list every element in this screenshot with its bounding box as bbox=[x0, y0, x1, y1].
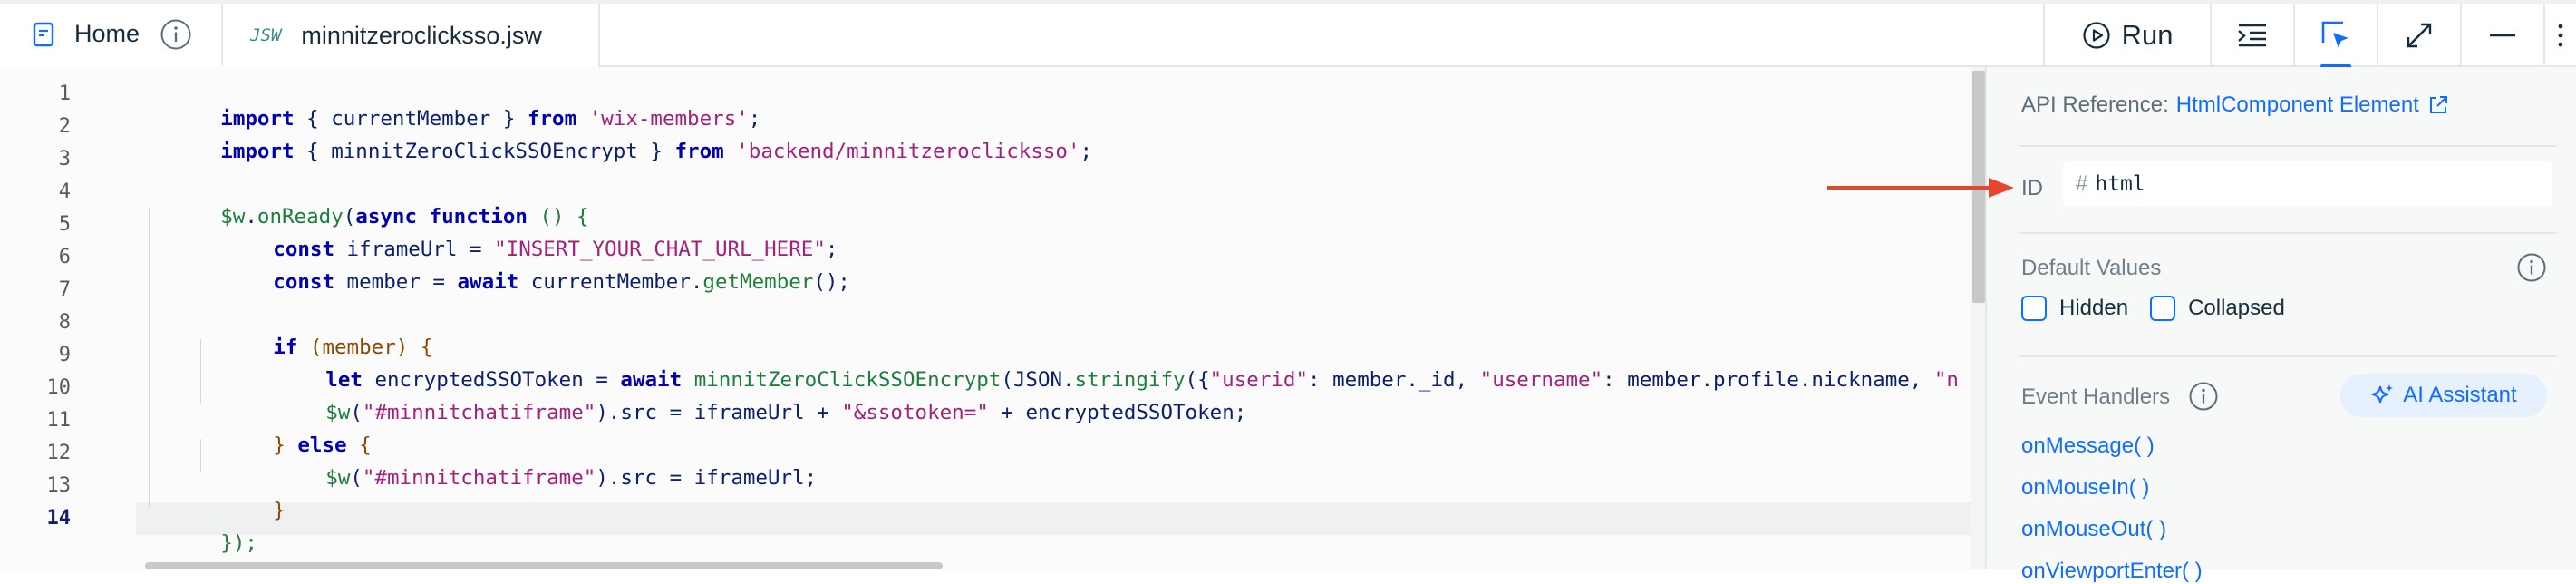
page-icon bbox=[33, 22, 54, 46]
tab-file[interactable]: JSW minnitzeroclicksso.jsw bbox=[223, 4, 600, 67]
jsw-file-icon: JSW bbox=[250, 25, 282, 45]
minimize-button[interactable] bbox=[2460, 4, 2543, 67]
line-number: 10 bbox=[46, 376, 72, 399]
event-handlers-title: Event Handlers bbox=[2021, 384, 2171, 409]
select-element-button[interactable] bbox=[2293, 4, 2377, 69]
info-icon[interactable] bbox=[2516, 252, 2547, 283]
cursor-select-icon bbox=[2321, 21, 2348, 48]
line-number: 3 bbox=[58, 148, 71, 170]
line-number: 4 bbox=[58, 180, 71, 203]
external-link-icon[interactable] bbox=[2428, 95, 2448, 115]
line-number: 11 bbox=[46, 409, 72, 432]
sparkle-icon bbox=[2372, 384, 2394, 404]
horizontal-scrollbar-thumb[interactable] bbox=[145, 562, 943, 569]
line-number: 1 bbox=[58, 83, 71, 105]
id-label: ID bbox=[2021, 176, 2043, 200]
line-number: 2 bbox=[58, 115, 71, 138]
line-number: 13 bbox=[46, 474, 72, 497]
annotation-arrow-icon bbox=[1827, 178, 2014, 198]
info-icon[interactable] bbox=[160, 18, 192, 51]
expand-button[interactable] bbox=[2377, 4, 2460, 67]
id-input-value: html bbox=[2095, 172, 2145, 196]
expand-icon bbox=[2407, 23, 2432, 48]
handler-on-mouse-in[interactable]: onMouseIn( ) bbox=[2021, 475, 2149, 501]
run-label: Run bbox=[2121, 19, 2174, 51]
api-reference-link[interactable]: HtmlComponent Element bbox=[2176, 92, 2419, 118]
hidden-checkbox[interactable] bbox=[2021, 296, 2047, 321]
tab-file-label: minnitzeroclicksso.jsw bbox=[301, 21, 542, 49]
api-reference: API Reference: HtmlComponent Element bbox=[2021, 92, 2448, 118]
properties-panel: API Reference: HtmlComponent Element ID … bbox=[1985, 67, 2576, 583]
minimize-icon bbox=[2490, 34, 2515, 37]
ai-assistant-label: AI Assistant bbox=[2403, 383, 2517, 407]
id-input[interactable]: # html bbox=[2063, 161, 2552, 207]
tab-home[interactable]: Home bbox=[0, 4, 223, 67]
line-number: 7 bbox=[58, 278, 71, 301]
hash-icon: # bbox=[2076, 171, 2088, 196]
collapsed-label: Collapsed bbox=[2188, 296, 2285, 320]
line-number: 6 bbox=[58, 246, 71, 268]
play-icon bbox=[2082, 22, 2110, 49]
hidden-label: Hidden bbox=[2059, 296, 2129, 320]
ai-assistant-button[interactable]: AI Assistant bbox=[2340, 374, 2547, 417]
handler-on-message[interactable]: onMessage( ) bbox=[2021, 433, 2155, 459]
code-text-area[interactable]: import { currentMember } from 'wix-membe… bbox=[147, 67, 1985, 569]
line-number: 9 bbox=[58, 344, 71, 366]
code-editor[interactable]: 1 2 3 4 5 6 7 8 9 10 11 12 13 14 import … bbox=[0, 67, 1985, 569]
panel-divider bbox=[2019, 355, 2556, 357]
code-line: $w("#minnitchatiframe").src = iframeUrl; bbox=[325, 466, 818, 490]
run-button[interactable]: Run bbox=[2043, 4, 2210, 67]
line-number: 12 bbox=[46, 442, 72, 464]
api-reference-prefix: API Reference: bbox=[2021, 92, 2169, 117]
line-number: 8 bbox=[58, 311, 71, 334]
editor-toolbar: Run bbox=[2043, 4, 2576, 69]
editor-top-bar: Home JSW minnitzeroclicksso.jsw Run bbox=[0, 0, 2576, 69]
line-number-active: 14 bbox=[46, 507, 72, 530]
line-number: 5 bbox=[58, 213, 71, 236]
default-values-options: Hidden Collapsed bbox=[2021, 296, 2285, 321]
more-vertical-icon bbox=[2558, 24, 2563, 47]
default-values-title: Default Values bbox=[2021, 256, 2162, 280]
info-icon[interactable] bbox=[2188, 381, 2219, 412]
tab-home-label: Home bbox=[74, 20, 140, 47]
handler-on-viewport-enter[interactable]: onViewportEnter( ) bbox=[2021, 559, 2203, 584]
panel-divider bbox=[2019, 145, 2556, 147]
indent-icon bbox=[2238, 24, 2266, 47]
more-options-button[interactable] bbox=[2543, 4, 2576, 67]
handler-on-mouse-out[interactable]: onMouseOut( ) bbox=[2021, 517, 2166, 542]
collapsed-checkbox[interactable] bbox=[2150, 296, 2176, 321]
indent-button[interactable] bbox=[2210, 4, 2293, 67]
code-line: }); bbox=[220, 531, 257, 555]
panel-divider bbox=[2019, 232, 2556, 234]
line-number-gutter: 1 2 3 4 5 6 7 8 9 10 11 12 13 14 bbox=[0, 67, 100, 569]
